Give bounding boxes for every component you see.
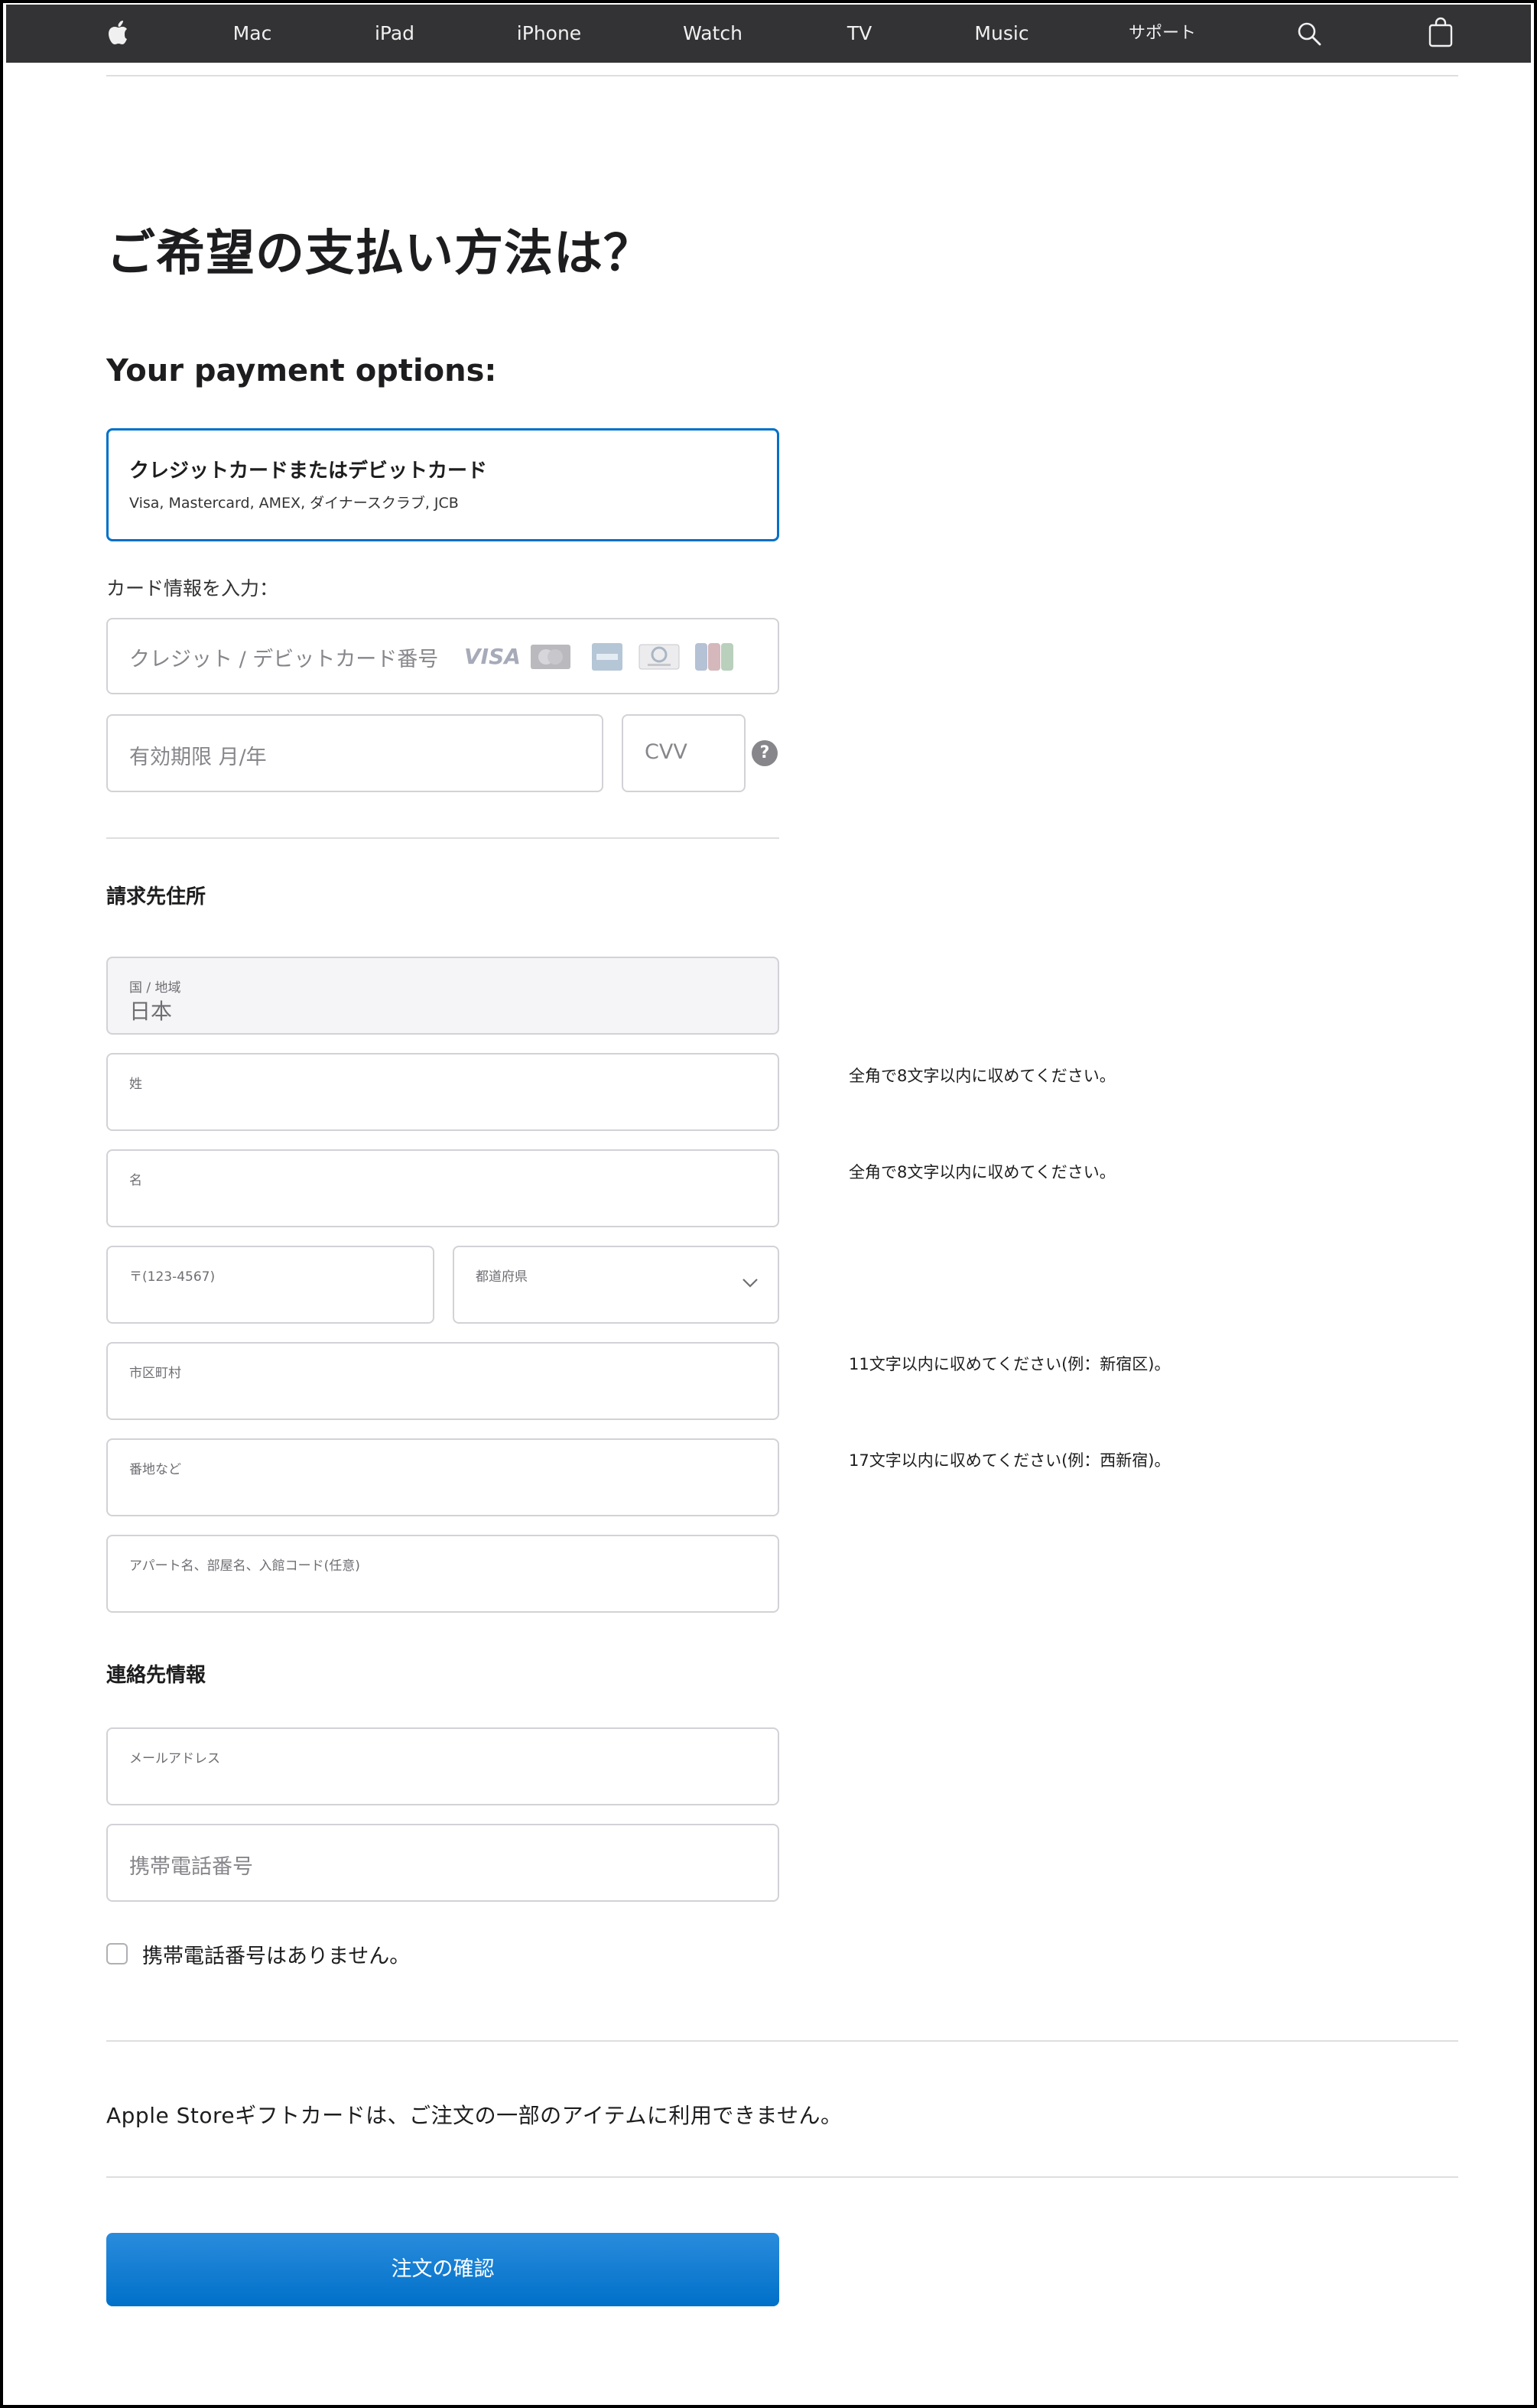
country-label: 国 / 地域 — [129, 980, 181, 996]
payment-options-heading: Your payment options: — [106, 353, 497, 388]
expiry-field[interactable]: 有効期限 月/年 — [106, 714, 603, 792]
card-info-label: カード情報を入力： — [106, 577, 279, 600]
first-name-field[interactable]: 名 — [106, 1149, 779, 1227]
phone-field[interactable]: 携帯電話番号 — [106, 1824, 779, 1902]
first-name-label: 名 — [129, 1173, 142, 1188]
building-field[interactable]: アパート名、部屋名、入館コード(任意) — [106, 1535, 779, 1613]
city-hint: 11文字以内に収めてください(例：新宿区)。 — [849, 1355, 1171, 1373]
phone-placeholder: 携帯電話番号 — [129, 1855, 253, 1879]
no-phone-label: 携帯電話番号はありません。 — [142, 1945, 411, 1968]
nav-item-music[interactable]: Music — [974, 5, 1028, 63]
mastercard-logo-icon — [531, 645, 570, 669]
payment-divider — [106, 837, 779, 839]
street-hint: 17文字以内に収めてください(例：西新宿)。 — [849, 1451, 1171, 1470]
no-phone-checkbox[interactable] — [106, 1943, 128, 1964]
postal-code-label: 〒(123-4567) — [129, 1269, 216, 1285]
search-icon[interactable] — [1297, 21, 1321, 46]
amex-logo-icon — [592, 643, 622, 671]
prefecture-select[interactable]: 都道府県 — [453, 1246, 779, 1324]
prefecture-label: 都道府県 — [476, 1269, 528, 1285]
email-label: メールアドレス — [129, 1751, 220, 1766]
bag-icon[interactable] — [1428, 17, 1453, 47]
cvv-placeholder: CVV — [645, 740, 687, 764]
gift-divider — [106, 2176, 1458, 2178]
payment-option-subtitle: Visa, Mastercard, AMEX, ダイナースクラブ, JCB — [129, 495, 459, 512]
street-field[interactable]: 番地など — [106, 1438, 779, 1516]
last-name-field[interactable]: 姓 — [106, 1053, 779, 1131]
diners-club-logo-icon — [639, 644, 680, 670]
nav-item-tv[interactable]: TV — [847, 5, 872, 63]
cvv-help-icon[interactable]: ? — [752, 740, 778, 766]
apple-logo-icon[interactable] — [107, 20, 128, 46]
gift-card-note: Apple Storeギフトカードは、ご注文の一部のアイテムに利用できません。 — [106, 2103, 843, 2128]
top-divider — [106, 75, 1458, 76]
card-number-placeholder: クレジット / デビットカード番号 — [129, 648, 439, 671]
confirm-order-button[interactable]: 注文の確認 — [106, 2233, 779, 2306]
jcb-logo-icon — [695, 643, 733, 671]
nav-item-support[interactable]: サポート — [1129, 5, 1196, 63]
email-field[interactable]: メールアドレス — [106, 1727, 779, 1805]
postal-code-field[interactable]: 〒(123-4567) — [106, 1246, 434, 1324]
card-number-field[interactable]: クレジット / デビットカード番号 VISA — [106, 618, 779, 694]
global-nav: Mac iPad iPhone Watch TV Music サポート — [6, 5, 1531, 63]
cvv-field[interactable]: CVV — [622, 714, 746, 792]
payment-option-title: クレジットカードまたはデビットカード — [129, 460, 488, 483]
nav-item-mac[interactable]: Mac — [233, 5, 272, 63]
payment-option-card[interactable]: クレジットカードまたはデビットカード Visa, Mastercard, AME… — [106, 428, 779, 541]
billing-title: 請求先住所 — [106, 886, 206, 908]
contact-divider — [106, 2040, 1458, 2042]
nav-item-ipad[interactable]: iPad — [375, 5, 414, 63]
page-title: ご希望の支払い方法は？ — [106, 226, 653, 282]
street-label: 番地など — [129, 1462, 181, 1477]
city-field[interactable]: 市区町村 — [106, 1342, 779, 1420]
nav-item-watch[interactable]: Watch — [683, 5, 743, 63]
country-value: 日本 — [129, 999, 173, 1024]
first-name-hint: 全角で8文字以内に収めてください。 — [849, 1163, 1116, 1181]
last-name-hint: 全角で8文字以内に収めてください。 — [849, 1067, 1116, 1085]
city-label: 市区町村 — [129, 1366, 181, 1381]
visa-logo-icon: VISA — [464, 644, 521, 669]
nav-item-iphone[interactable]: iPhone — [517, 5, 581, 63]
building-label: アパート名、部屋名、入館コード(任意) — [129, 1558, 360, 1574]
contact-title: 連絡先情報 — [106, 1664, 206, 1687]
expiry-placeholder: 有効期限 月/年 — [129, 746, 267, 769]
chevron-down-icon — [743, 1279, 758, 1288]
last-name-label: 姓 — [129, 1077, 142, 1092]
country-field[interactable]: 国 / 地域 日本 — [106, 957, 779, 1035]
